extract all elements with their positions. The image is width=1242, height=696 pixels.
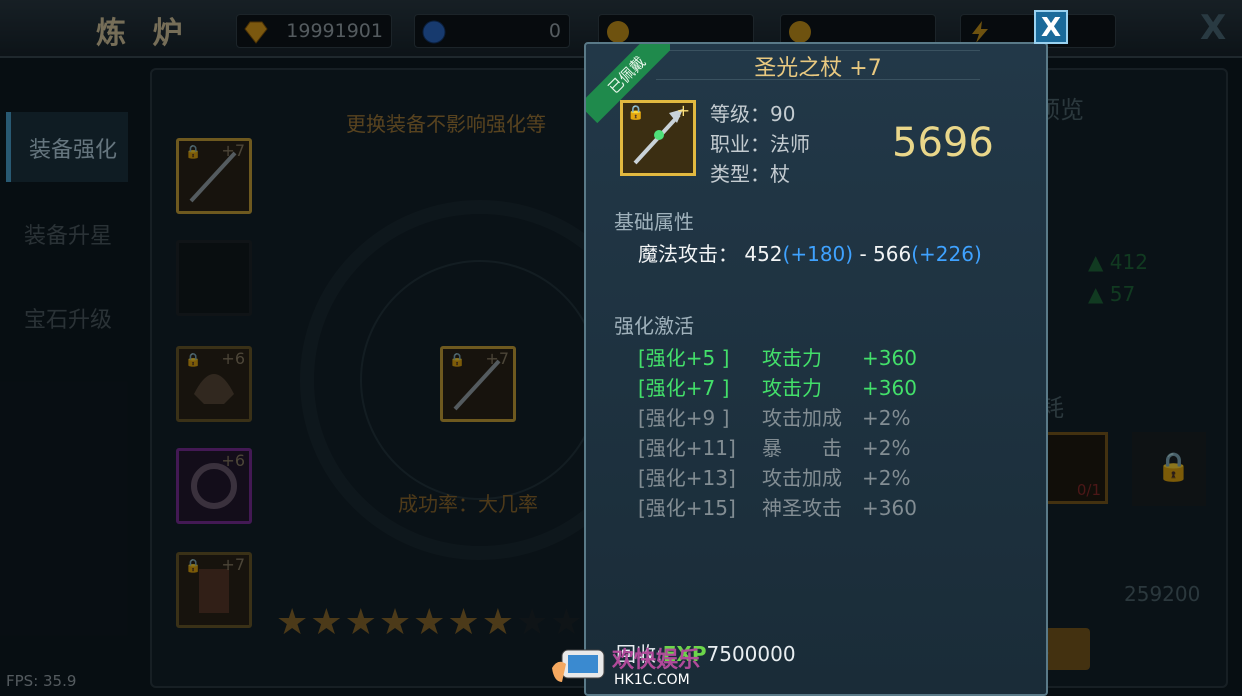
magic-attack-sep: -	[853, 242, 874, 266]
enhance-level: [强化+9 ]	[638, 406, 730, 430]
magic-attack-label: 魔法攻击：	[638, 242, 738, 266]
lock-icon: 🔒	[627, 105, 645, 121]
enhance-value: +2%	[862, 436, 911, 460]
base-attr-title: 基础属性	[614, 210, 694, 234]
enhance-level: [强化+5 ]	[638, 346, 730, 370]
enhance-row: [强化+13] 攻击加成 +2%	[638, 462, 911, 491]
watermark-url: HK1C.COM	[614, 672, 690, 688]
enhance-stat: 攻击加成	[762, 406, 842, 430]
item-class: 职业：法师	[710, 132, 810, 156]
magic-attack-max: 566	[873, 242, 912, 266]
close-popup-button[interactable]: X	[1034, 10, 1068, 44]
combat-power: 5696	[892, 120, 994, 166]
enhance-value: +2%	[862, 406, 911, 430]
enhance-value: +360	[862, 496, 917, 520]
magic-attack-min: 452	[744, 242, 783, 266]
enhance-stat: 攻击力	[762, 346, 822, 370]
item-plus: +	[676, 101, 690, 120]
enhance-row: [强化+7 ] 攻击力 +360	[638, 372, 917, 401]
enhance-level: [强化+7 ]	[638, 376, 730, 400]
watermark-logo	[552, 649, 605, 682]
enhance-activation-title: 强化激活	[614, 314, 694, 338]
enhance-level: [强化+15]	[638, 496, 736, 520]
enhance-stat: 神圣攻击	[762, 496, 842, 520]
enhance-stat: 暴 击	[762, 436, 842, 460]
enhance-level: [强化+11]	[638, 436, 736, 460]
magic-attack-row: 魔法攻击： 452(+180) - 566(+226)	[638, 238, 982, 267]
magic-attack-min-bonus: (+180)	[782, 242, 854, 266]
enhance-level: [强化+13]	[638, 466, 736, 490]
enhance-row: [强化+5 ] 攻击力 +360	[638, 342, 917, 371]
enhance-stat: 攻击力	[762, 376, 822, 400]
item-tooltip-popup: 圣光之杖 +7 已佩戴 X 🔒 + 等级：90 职业：法师 类型：杖 5696 …	[584, 10, 1068, 696]
magic-attack-max-bonus: (+226)	[911, 242, 982, 266]
watermark-text: 欢快娱乐	[612, 648, 701, 673]
enhance-value: +2%	[862, 466, 911, 490]
item-type: 类型：杖	[710, 162, 790, 186]
item-level: 等级：90	[710, 102, 796, 126]
recycle-value: 7500000	[706, 642, 796, 666]
enhance-value: +360	[862, 346, 917, 370]
enhance-row: [强化+9 ] 攻击加成 +2%	[638, 402, 911, 431]
enhance-row: [强化+15] 神圣攻击 +360	[638, 492, 917, 521]
item-icon: 🔒 +	[620, 100, 696, 176]
enhance-stat: 攻击加成	[762, 466, 842, 490]
enhance-value: +360	[862, 376, 917, 400]
enhance-row: [强化+11] 暴 击 +2%	[638, 432, 911, 461]
